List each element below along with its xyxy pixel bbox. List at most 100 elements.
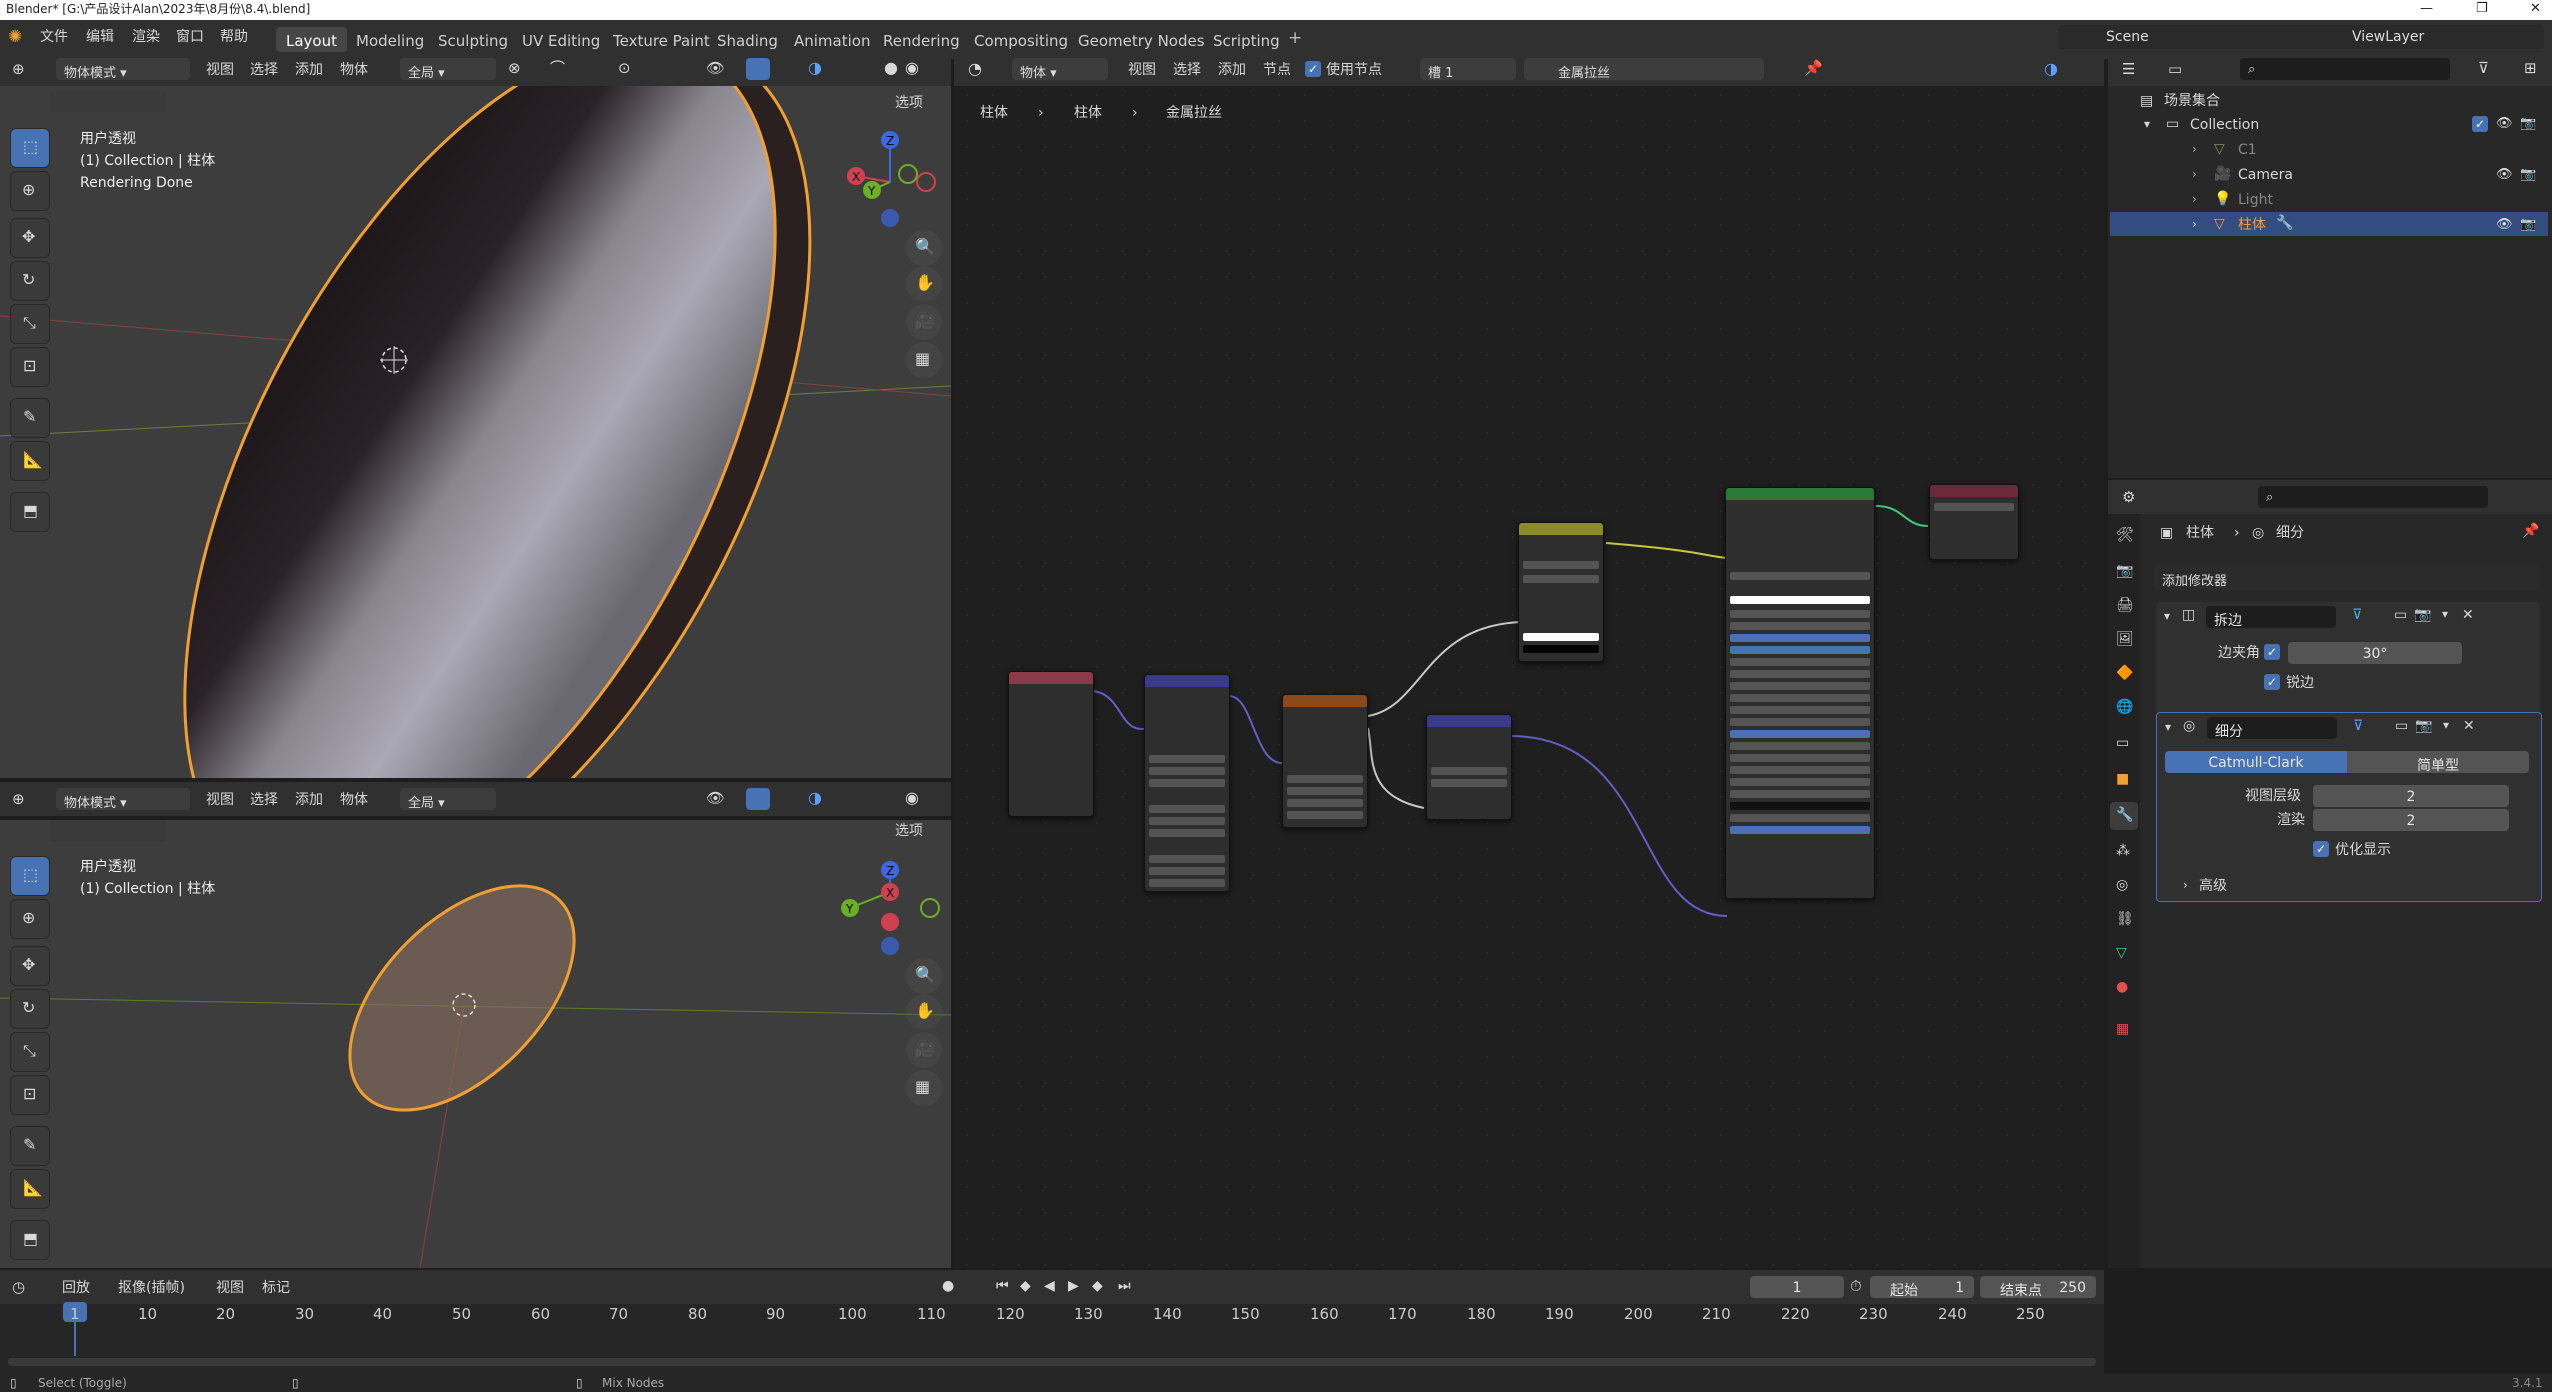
proportional-edit-icon[interactable]: ⊙	[618, 61, 631, 76]
collapse-icon[interactable]: ▾	[2165, 721, 2171, 733]
properties-type-icon[interactable]: ⚙	[2122, 490, 2135, 505]
scene-selector[interactable]: Scene	[2058, 25, 2348, 49]
realtime-toggle-icon[interactable]: ▭	[2395, 719, 2408, 733]
angle-field[interactable]: 30°	[2288, 642, 2462, 664]
menu-select[interactable]: 选择	[250, 63, 278, 77]
menu-render[interactable]: 渲染	[132, 30, 160, 44]
editor-type-icon[interactable]: ⊕	[12, 62, 25, 77]
record-icon[interactable]: ●	[942, 1279, 954, 1293]
orientation-dropdown[interactable]: 全局 ▾	[400, 58, 496, 81]
tab-compositing[interactable]: Compositing	[964, 27, 1078, 52]
data-tab-icon[interactable]: ▽	[2116, 946, 2127, 960]
zoom-button[interactable]: 🔍	[906, 230, 942, 266]
timeline-menu-view[interactable]: 视图	[216, 1281, 244, 1295]
menu-add[interactable]: 添加	[295, 63, 323, 77]
tab-scripting[interactable]: Scripting	[1203, 27, 1290, 52]
realtime-toggle-icon[interactable]: ▭	[2394, 608, 2407, 622]
render-camera-icon[interactable]: 📷	[2520, 217, 2536, 232]
view-layer-tab-icon[interactable]: 🖼	[2116, 632, 2134, 646]
move-tool-button[interactable]: ✥	[10, 946, 50, 986]
options-dropdown[interactable]: 选项	[895, 96, 923, 110]
world-tab-icon[interactable]: 🌐	[2116, 700, 2133, 714]
material-tab-icon[interactable]: ●	[2116, 980, 2128, 994]
subdivision-name-field[interactable]: 细分	[2207, 717, 2337, 740]
tool-tab-icon[interactable]: 🛠	[2116, 528, 2134, 542]
collapse-icon[interactable]: ▾	[2164, 610, 2170, 622]
selection-mode-buttons[interactable]	[50, 820, 166, 842]
gizmo-toggle[interactable]	[746, 788, 770, 810]
menu-object[interactable]: 物体	[340, 793, 368, 807]
stopwatch-icon[interactable]: ⏱	[1850, 1279, 1862, 1294]
minimize-icon[interactable]: —	[2420, 2, 2433, 15]
shading-solid-icon[interactable]: ●	[884, 60, 898, 76]
render-toggle-icon[interactable]: 📷	[2415, 719, 2432, 733]
visibility-eye-icon[interactable]: 👁	[2496, 116, 2513, 131]
pan-button[interactable]: ✋	[906, 266, 942, 302]
visibility-icon[interactable]: 👁	[706, 61, 725, 76]
node-material-output[interactable]	[1929, 484, 2019, 560]
expand-icon[interactable]: ›	[2192, 143, 2197, 155]
menu-add[interactable]: 添加	[295, 793, 323, 807]
physics-tab-icon[interactable]: ◎	[2116, 878, 2128, 892]
node-principled-bsdf[interactable]	[1725, 487, 1875, 899]
modifier-tab-active[interactable]: 🔧	[2110, 802, 2138, 830]
output-tab-icon[interactable]: 🖨	[2116, 598, 2134, 612]
timeline-type-icon[interactable]: ◷	[12, 1280, 25, 1295]
ortho-toggle-button[interactable]: ▦	[906, 1070, 942, 1106]
cursor-tool-button[interactable]: ⊕	[10, 899, 50, 939]
advanced-label[interactable]: 高级	[2199, 879, 2227, 893]
measure-tool-button[interactable]: 📐	[10, 441, 50, 481]
play-reverse-icon[interactable]: ◀	[1044, 1279, 1055, 1293]
render-levels-field[interactable]: 2	[2313, 809, 2509, 831]
particles-tab-icon[interactable]: ⁂	[2116, 844, 2130, 858]
render-camera-icon[interactable]: 📷	[2520, 167, 2536, 182]
snap-icon[interactable]: ⌒	[550, 61, 565, 76]
options-dropdown[interactable]: 选项	[895, 824, 923, 838]
menu-select[interactable]: 选择	[250, 793, 278, 807]
rotate-tool-button[interactable]: ↻	[10, 989, 50, 1029]
pin-icon[interactable]: 📌	[2522, 524, 2539, 538]
optimal-display-checkbox[interactable]: ✓	[2313, 841, 2329, 857]
scale-tool-button[interactable]: ⤡	[10, 1032, 50, 1072]
menu-view[interactable]: 视图	[206, 63, 234, 77]
visibility-eye-icon[interactable]: 👁	[2496, 167, 2513, 182]
timeline-menu-keying[interactable]: 抠像(插帧)	[118, 1281, 185, 1295]
expand-icon[interactable]: ›	[2192, 218, 2197, 230]
pivot-icon[interactable]: ⊗	[508, 61, 521, 76]
overlay-icon[interactable]: ◑	[808, 790, 822, 806]
annotate-tool-button[interactable]: ✎	[10, 1126, 50, 1166]
outliner-search-input[interactable]: ⌕	[2240, 58, 2450, 80]
outliner-item-cylinder[interactable]: › ▽ 柱体 🔧 👁 📷	[2110, 212, 2548, 236]
mode-dropdown[interactable]: 物体模式 ▾	[56, 58, 190, 81]
menu-edit[interactable]: 编辑	[86, 30, 114, 44]
menu-window[interactable]: 窗口	[176, 30, 204, 44]
filter-icon[interactable]: ⊽	[2478, 61, 2489, 76]
edit-mode-toggle-icon[interactable]: ⊽	[2352, 608, 2362, 622]
node-noise-texture[interactable]	[1282, 694, 1368, 828]
mode-dropdown[interactable]: 物体模式 ▾	[56, 788, 190, 811]
node-texture-coordinate[interactable]	[1008, 671, 1094, 817]
move-tool-button[interactable]: ✥	[10, 218, 50, 258]
menu-object[interactable]: 物体	[340, 63, 368, 77]
render-toggle-icon[interactable]: 📷	[2414, 608, 2431, 622]
tab-rendering[interactable]: Rendering	[873, 27, 970, 52]
jump-end-icon[interactable]: ⏭	[1118, 1279, 1131, 1293]
new-collection-icon[interactable]: ⊞	[2524, 61, 2537, 76]
transform-tool-button[interactable]: ⊡	[10, 347, 50, 387]
tab-texture-paint[interactable]: Texture Paint	[603, 27, 720, 52]
timeline-scrollbar[interactable]	[8, 1358, 2096, 1366]
visibility-eye-icon[interactable]: 👁	[2496, 217, 2513, 232]
menu-view[interactable]: 视图	[206, 793, 234, 807]
properties-search-input[interactable]: ⌕	[2258, 486, 2488, 508]
expand-icon[interactable]: ›	[2192, 193, 2197, 205]
maximize-icon[interactable]: ❐	[2476, 2, 2488, 15]
sharp-checkbox[interactable]: ✓	[2264, 674, 2280, 690]
simple-button[interactable]: 简单型	[2347, 751, 2529, 774]
constraints-tab-icon[interactable]: ⛓	[2116, 912, 2134, 926]
dropdown-icon[interactable]: ▾	[2443, 719, 2449, 731]
outliner-collection[interactable]: Collection	[2190, 118, 2259, 132]
object-tab-icon[interactable]: ■	[2116, 772, 2129, 786]
tab-layout[interactable]: Layout	[276, 27, 347, 52]
tab-modeling[interactable]: Modeling	[346, 27, 434, 52]
navigation-gizmo-top[interactable]: Z X Y	[836, 126, 946, 236]
